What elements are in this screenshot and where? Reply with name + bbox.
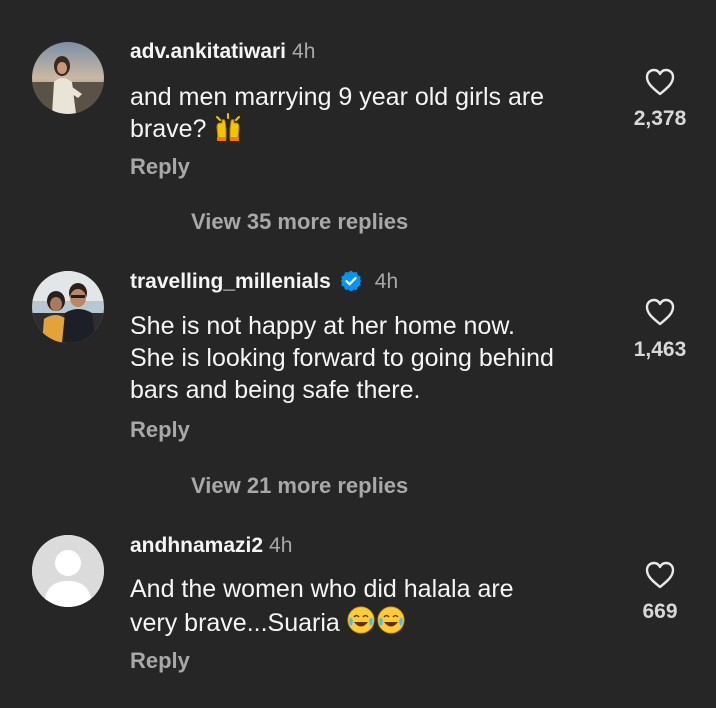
comment-text: She is not happy at her home now. She is… bbox=[130, 312, 554, 404]
reply-button[interactable]: Reply bbox=[130, 417, 190, 443]
timestamp: 4h bbox=[269, 534, 293, 557]
heart-icon[interactable] bbox=[644, 67, 676, 97]
comment-text: and men marrying 9 year old girls are br… bbox=[130, 81, 610, 149]
username[interactable]: adv.ankitatiwari bbox=[130, 40, 286, 63]
like-count: 669 bbox=[642, 600, 678, 623]
like-count: 1,463 bbox=[633, 338, 687, 361]
heart-icon[interactable] bbox=[644, 297, 676, 327]
default-avatar-icon[interactable] bbox=[32, 535, 104, 607]
view-more-replies-button[interactable]: View 21 more replies bbox=[191, 473, 408, 499]
comment-header: adv.ankitatiwari 4h bbox=[130, 39, 315, 65]
heart-icon[interactable] bbox=[644, 560, 676, 590]
avatar[interactable] bbox=[32, 42, 104, 114]
reply-button[interactable]: Reply bbox=[130, 648, 190, 674]
username[interactable]: travelling_millenials bbox=[130, 270, 331, 293]
raising-hands-icon bbox=[213, 113, 243, 149]
view-more-replies-button[interactable]: View 35 more replies bbox=[191, 209, 408, 235]
timestamp: 4h bbox=[292, 40, 316, 63]
comment-header: travelling_millenials 4h bbox=[130, 269, 398, 295]
timestamp: 4h bbox=[374, 270, 399, 293]
comment-text: And the women who did halala are very br… bbox=[130, 573, 610, 643]
comment-header: andhnamazi2 4h bbox=[130, 533, 292, 559]
face-with-tears-of-joy-icon bbox=[347, 605, 407, 643]
verified-badge-icon bbox=[339, 269, 363, 293]
avatar[interactable] bbox=[32, 271, 104, 343]
username[interactable]: andhnamazi2 bbox=[130, 534, 263, 557]
reply-button[interactable]: Reply bbox=[130, 154, 190, 180]
like-count: 2,378 bbox=[633, 107, 687, 130]
